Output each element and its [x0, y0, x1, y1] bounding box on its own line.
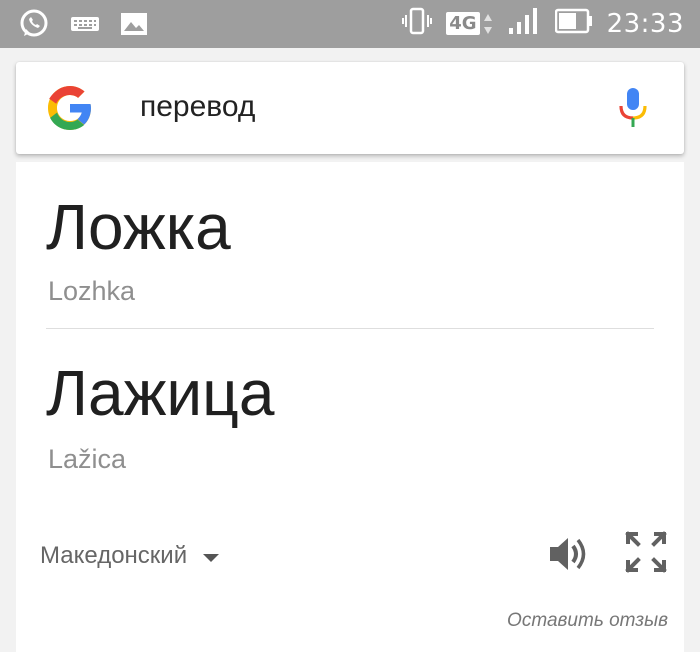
image-icon [120, 11, 148, 42]
search-query[interactable]: перевод [140, 90, 255, 124]
chevron-down-icon [203, 554, 220, 562]
mic-icon[interactable] [618, 86, 648, 135]
battery-icon [554, 8, 593, 39]
keyboard-icon [70, 13, 100, 40]
language-dropdown[interactable]: Македонский [40, 542, 220, 570]
speaker-icon[interactable] [546, 532, 590, 581]
status-bar: 4G 23:33 [0, 0, 700, 48]
translation-transliteration: Lozhka [48, 276, 136, 306]
status-bar-left [18, 8, 148, 45]
language-label: Македонский [40, 542, 188, 569]
translation-card: Ложка Lozhka Лажица Lažica Македонский О… [16, 162, 684, 652]
status-time: 23:33 [606, 8, 684, 39]
vibrate-icon [402, 6, 433, 41]
translation-word: Ложка [46, 191, 231, 263]
divider [46, 328, 654, 329]
network-type-label: 4G [446, 12, 480, 35]
google-g-icon[interactable] [46, 84, 94, 132]
translation-word: Лажица [46, 357, 275, 429]
translation-transliteration: Lažica [48, 444, 127, 474]
status-bar-right: 4G 23:33 [402, 6, 684, 41]
network-4g-icon: 4G [446, 12, 492, 36]
whatsapp-icon [18, 8, 50, 45]
expand-icon[interactable] [624, 530, 668, 579]
search-bar[interactable]: перевод [16, 62, 684, 154]
signal-icon [507, 6, 541, 41]
feedback-link[interactable]: Оставить отзыв [507, 610, 668, 632]
